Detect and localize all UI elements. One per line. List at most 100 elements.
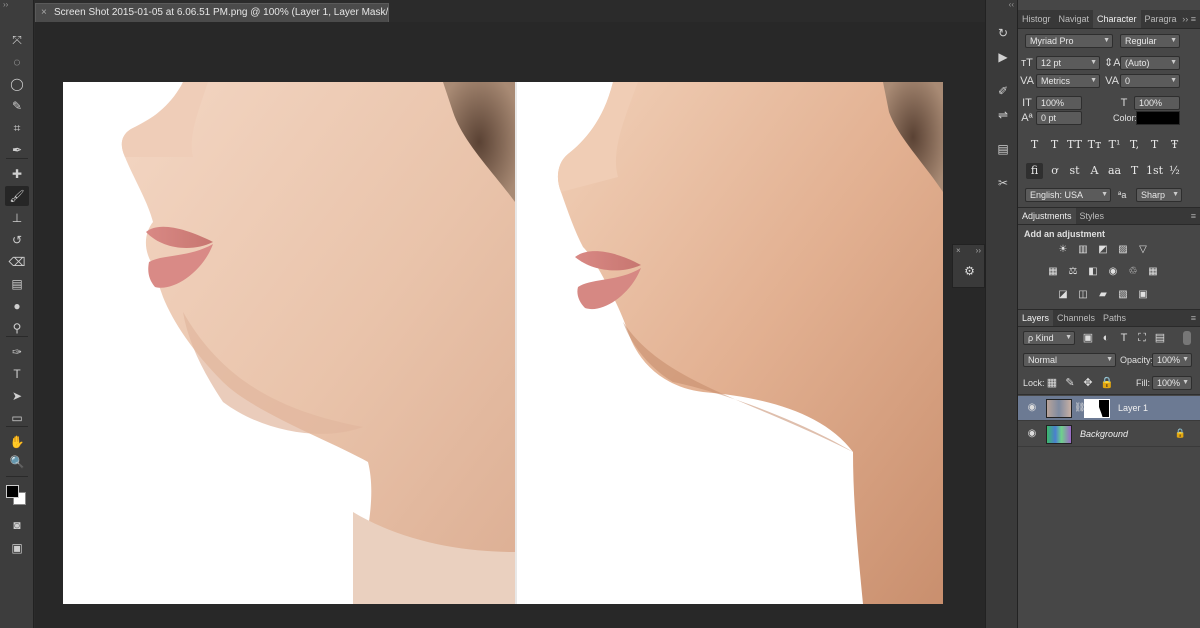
brightness-contrast-icon[interactable]: ☀ xyxy=(1056,244,1070,256)
fill-field[interactable]: 100% ▼ xyxy=(1152,376,1192,390)
marquee-tool[interactable]: ◌ xyxy=(5,52,29,72)
brush-presets-icon[interactable]: ✐ xyxy=(993,82,1013,100)
eyedropper-tool[interactable]: ✒ xyxy=(5,140,29,160)
faux-bold-button[interactable]: T xyxy=(1026,137,1043,153)
all-caps-button[interactable]: TT xyxy=(1066,137,1083,153)
lock-all-icon[interactable]: 🔒 xyxy=(1100,376,1114,390)
vibrance-icon[interactable]: ▽ xyxy=(1136,244,1150,256)
lock-pixels-icon[interactable]: ✎ xyxy=(1064,376,1076,390)
opacity-field[interactable]: 100% ▼ xyxy=(1152,353,1192,367)
dock-collapse-button[interactable]: ‹‹ xyxy=(986,0,1017,10)
tab-channels[interactable]: Channels xyxy=(1053,310,1099,326)
threshold-icon[interactable]: ▰ xyxy=(1096,289,1110,301)
blur-tool[interactable]: ● xyxy=(5,296,29,316)
lock-position-icon[interactable]: ✥ xyxy=(1082,376,1094,390)
visibility-eye-icon[interactable]: ◉ xyxy=(1026,428,1038,440)
document-tab[interactable]: × Screen Shot 2015-01-05 at 6.06.51 PM.p… xyxy=(35,3,389,22)
horizontal-scale-field[interactable]: 100% xyxy=(1134,96,1180,110)
filter-shape-icon[interactable]: ⛶ xyxy=(1136,331,1148,345)
rectangle-tool[interactable]: ▭ xyxy=(5,408,29,428)
history-icon[interactable]: ↻ xyxy=(993,24,1013,42)
eraser-tool[interactable]: ⌫ xyxy=(5,252,29,272)
lasso-tool[interactable]: ◯ xyxy=(5,74,29,94)
ligatures-button[interactable]: fi xyxy=(1026,163,1043,179)
contextual-button[interactable]: T xyxy=(1126,163,1143,179)
old-style-button[interactable]: ơ xyxy=(1046,163,1063,179)
gradient-map-icon[interactable]: ▣ xyxy=(1136,289,1150,301)
font-family-select[interactable]: Myriad Pro ▼ xyxy=(1025,34,1113,48)
pen-tool[interactable]: ✑ xyxy=(5,342,29,362)
filter-adjustment-icon[interactable]: ◐ xyxy=(1100,331,1112,345)
fractions-button[interactable]: ½ xyxy=(1166,163,1183,179)
adjustments-panel-menu-icon[interactable]: ≡ xyxy=(1191,208,1196,225)
exposure-icon[interactable]: ▨ xyxy=(1116,244,1130,256)
tab-layers[interactable]: Layers xyxy=(1018,310,1054,326)
baseline-shift-field[interactable]: 0 pt xyxy=(1036,111,1082,125)
underline-button[interactable]: T xyxy=(1146,137,1163,153)
layer-name[interactable]: Layer 1 xyxy=(1118,396,1148,421)
history-brush-tool[interactable]: ↺ xyxy=(5,230,29,250)
canvas-area[interactable] xyxy=(35,22,985,628)
strikethrough-button[interactable]: Ŧ xyxy=(1166,137,1183,153)
antialias-select[interactable]: Sharp ▼ xyxy=(1136,188,1182,202)
floating-collapse-icon[interactable]: ›› xyxy=(976,245,984,257)
faux-italic-button[interactable]: T xyxy=(1046,137,1063,153)
blend-mode-select[interactable]: Normal ▼ xyxy=(1023,353,1116,367)
subscript-button[interactable]: T, xyxy=(1126,137,1143,153)
actions-play-icon[interactable]: ▶ xyxy=(993,48,1013,66)
gradient-tool[interactable]: ▤ xyxy=(5,274,29,294)
text-color-swatch[interactable] xyxy=(1136,111,1180,125)
layer-filter-kind-select[interactable]: ρ Kind ▼ xyxy=(1023,331,1075,345)
quick-mask-button[interactable]: ◙ xyxy=(5,515,29,535)
layer-mask-thumbnail[interactable] xyxy=(1084,399,1110,418)
zoom-tool[interactable]: 🔍 xyxy=(5,452,29,472)
filter-pixel-icon[interactable]: ▣ xyxy=(1082,331,1094,345)
layers-panel-menu-icon[interactable]: ≡ xyxy=(1191,310,1196,327)
superscript-button[interactable]: T¹ xyxy=(1106,137,1123,153)
layer-row-background[interactable]: ◉ Background 🔒 xyxy=(1018,422,1200,447)
tracking-field[interactable]: 0 ▼ xyxy=(1120,74,1180,88)
filter-smart-object-icon[interactable]: ▤ xyxy=(1154,331,1166,345)
dodge-tool[interactable]: ⚲ xyxy=(5,318,29,338)
channel-mixer-icon[interactable]: ♲ xyxy=(1126,266,1140,278)
hand-tool[interactable]: ✋ xyxy=(5,432,29,452)
vertical-scale-field[interactable]: 100% xyxy=(1036,96,1082,110)
floating-close-icon[interactable]: × xyxy=(956,246,961,255)
leading-field[interactable]: (Auto) ▼ xyxy=(1120,56,1180,70)
selective-color-icon[interactable]: ▧ xyxy=(1116,289,1130,301)
brush-tool[interactable]: 🖌 xyxy=(5,186,29,206)
move-tool[interactable]: ⤧ xyxy=(5,30,29,50)
lock-transparent-icon[interactable]: ▦ xyxy=(1046,376,1058,390)
curves-icon[interactable]: ◩ xyxy=(1096,244,1110,256)
tab-styles[interactable]: Styles xyxy=(1076,208,1109,224)
hue-saturation-icon[interactable]: ▦ xyxy=(1046,266,1060,278)
clone-stamp-tool[interactable]: ⊥ xyxy=(5,208,29,228)
layer-name[interactable]: Background xyxy=(1080,422,1128,447)
adjust-sliders-icon[interactable]: ⇌ xyxy=(993,106,1013,124)
tab-paths[interactable]: Paths xyxy=(1099,310,1130,326)
titling-button[interactable]: aa xyxy=(1106,163,1123,179)
screen-mode-button[interactable]: ▣ xyxy=(5,538,29,558)
tab-navigat[interactable]: Navigat xyxy=(1055,10,1094,28)
floating-panel-header[interactable]: × ›› xyxy=(953,245,984,257)
close-document-icon[interactable]: × xyxy=(41,4,47,22)
posterize-icon[interactable]: ◫ xyxy=(1076,289,1090,301)
tab-character[interactable]: Character xyxy=(1093,10,1141,28)
tab-paragra[interactable]: Paragra xyxy=(1141,10,1181,28)
crop-tool[interactable]: ⌗ xyxy=(5,118,29,138)
path-select-tool[interactable]: ➤ xyxy=(5,386,29,406)
tab-histogr[interactable]: Histogr xyxy=(1018,10,1055,28)
levels-icon[interactable]: ▥ xyxy=(1076,244,1090,256)
layer-row-layer-1[interactable]: ◉ ⛓ Layer 1 xyxy=(1018,396,1200,421)
clone-source-icon[interactable]: ▤ xyxy=(993,140,1013,158)
font-style-select[interactable]: Regular ▼ xyxy=(1120,34,1180,48)
tab-adjustments[interactable]: Adjustments xyxy=(1018,208,1076,224)
tool-presets-icon[interactable]: ✂ xyxy=(993,174,1013,192)
character-panel-menu-icon[interactable]: ›› ≡ xyxy=(1182,10,1196,29)
filter-type-icon[interactable]: T xyxy=(1118,331,1130,345)
color-balance-icon[interactable]: ⚖ xyxy=(1066,266,1080,278)
type-tool[interactable]: T xyxy=(5,364,29,384)
black-white-icon[interactable]: ◧ xyxy=(1086,266,1100,278)
filter-toggle[interactable] xyxy=(1183,331,1191,345)
language-select[interactable]: English: USA ▼ xyxy=(1025,188,1111,202)
